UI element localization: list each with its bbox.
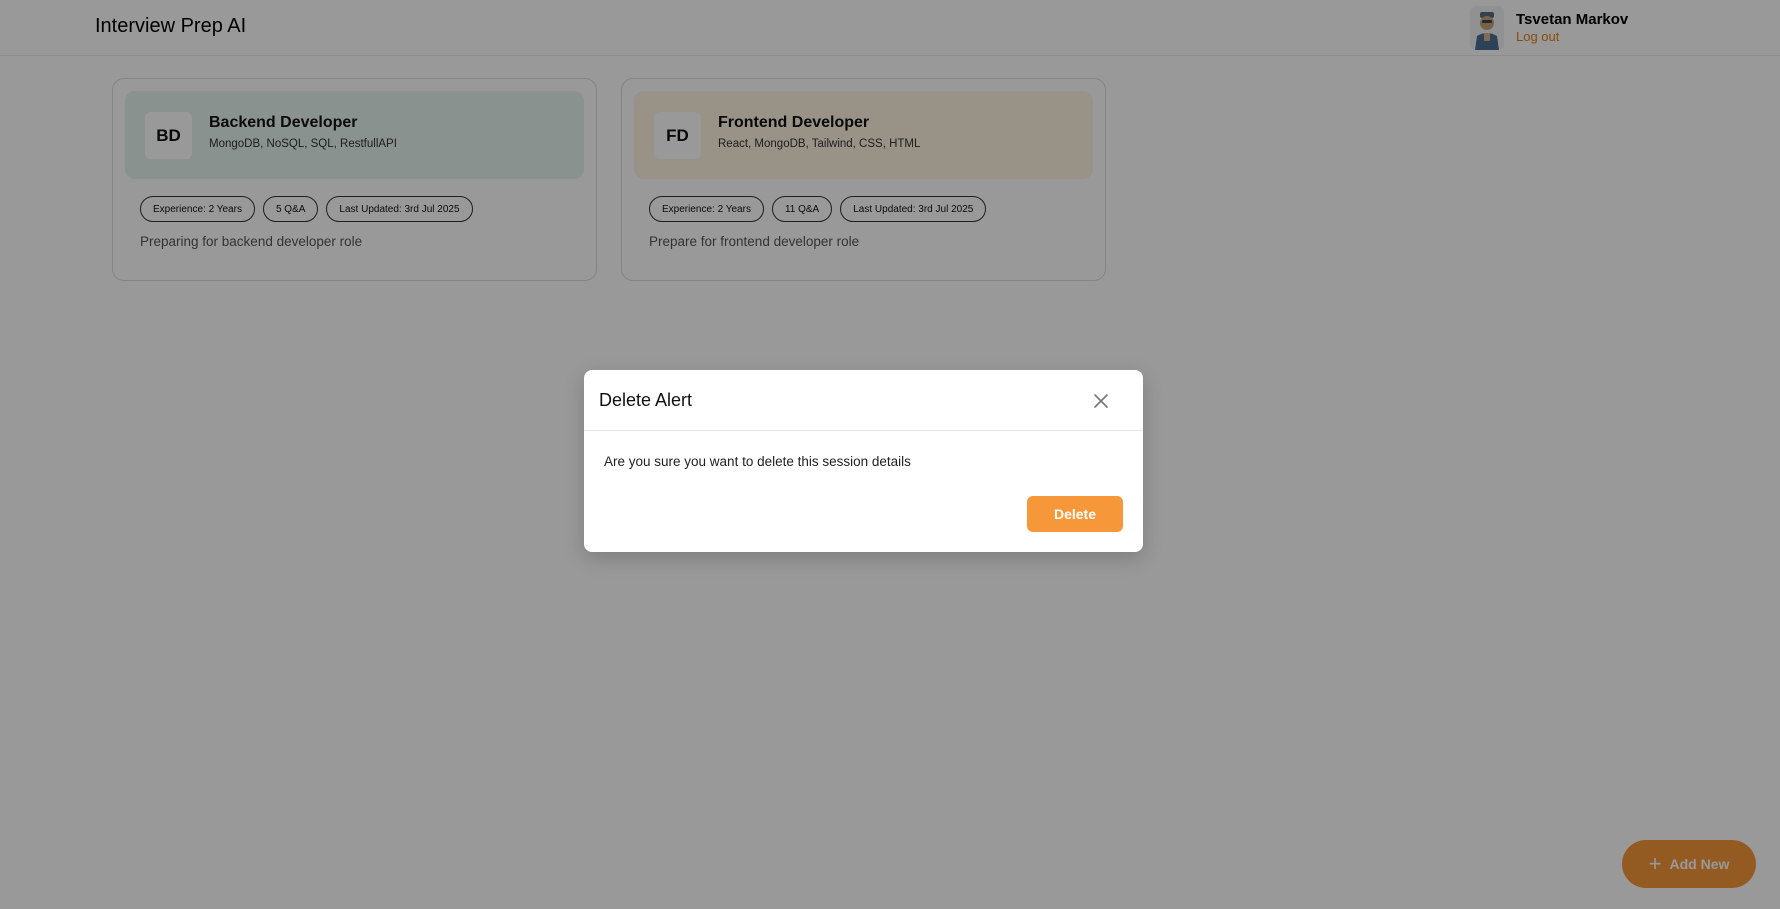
modal-message: Are you sure you want to delete this ses… <box>604 454 911 469</box>
delete-alert-modal: Delete Alert Are you sure you want to de… <box>584 370 1143 552</box>
modal-title: Delete Alert <box>599 390 693 410</box>
modal-header: Delete Alert <box>584 370 1143 431</box>
delete-button[interactable]: Delete <box>1027 496 1123 532</box>
close-icon[interactable] <box>1089 389 1113 413</box>
